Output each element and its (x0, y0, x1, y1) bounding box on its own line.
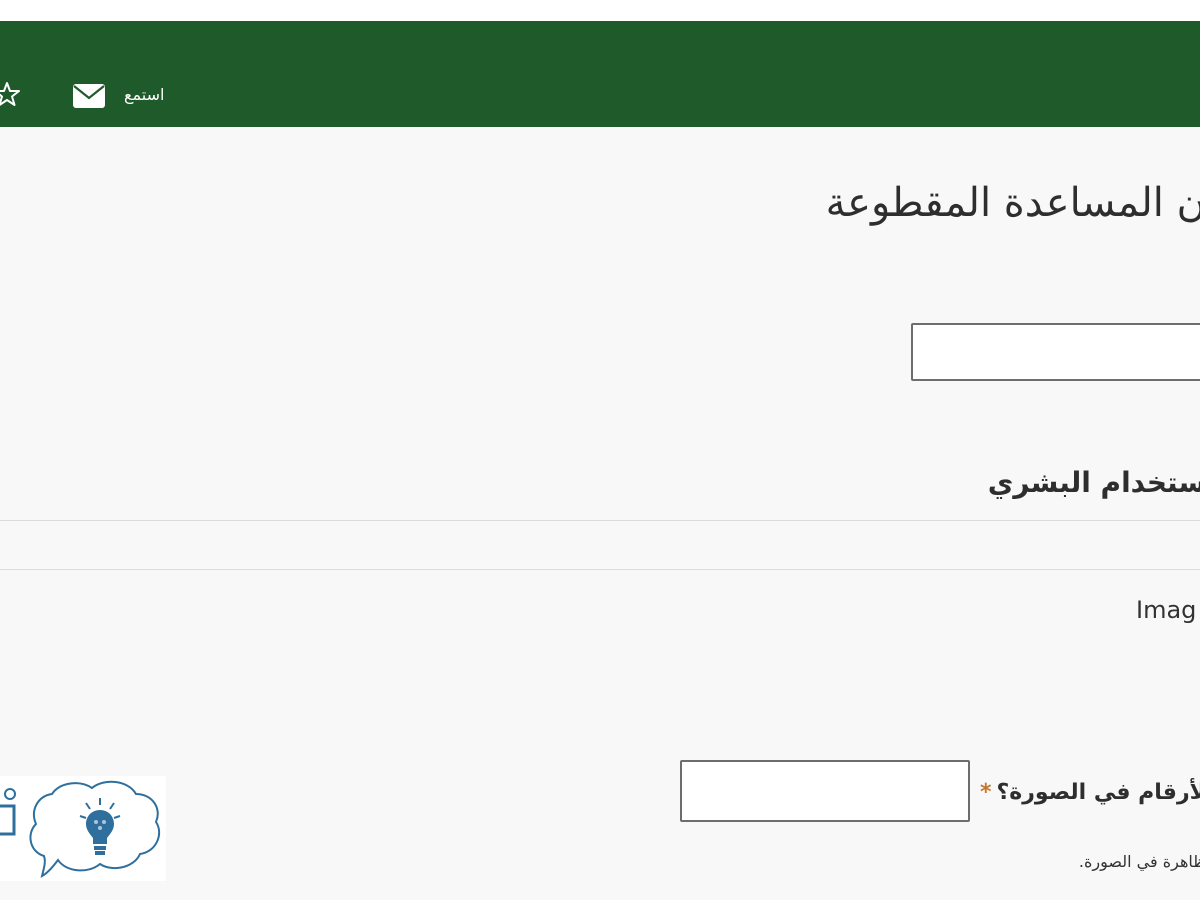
lightbulb-icon (79, 798, 121, 855)
captcha-section-heading: ستخدام البشري (987, 466, 1200, 499)
divider (0, 520, 1200, 521)
listen-button[interactable]: استمع (124, 85, 164, 104)
star-icon[interactable] (0, 81, 20, 107)
captcha-image-label: Imag (1136, 596, 1197, 624)
captcha-answer-input[interactable] (680, 760, 970, 822)
divider (0, 569, 1200, 570)
mail-icon[interactable] (72, 83, 106, 109)
page-title: ن المساعدة المقطوعة (825, 180, 1200, 226)
site-logo (0, 776, 166, 881)
name-input[interactable] (911, 323, 1200, 381)
top-header-bar: استمع (0, 21, 1200, 127)
required-mark: * (980, 780, 992, 805)
captcha-question-label: لأرقام في الصورة؟ (996, 780, 1200, 805)
logo-letter-fragment (0, 788, 16, 836)
captcha-help-text: ظاهرة في الصورة. (1078, 852, 1200, 871)
